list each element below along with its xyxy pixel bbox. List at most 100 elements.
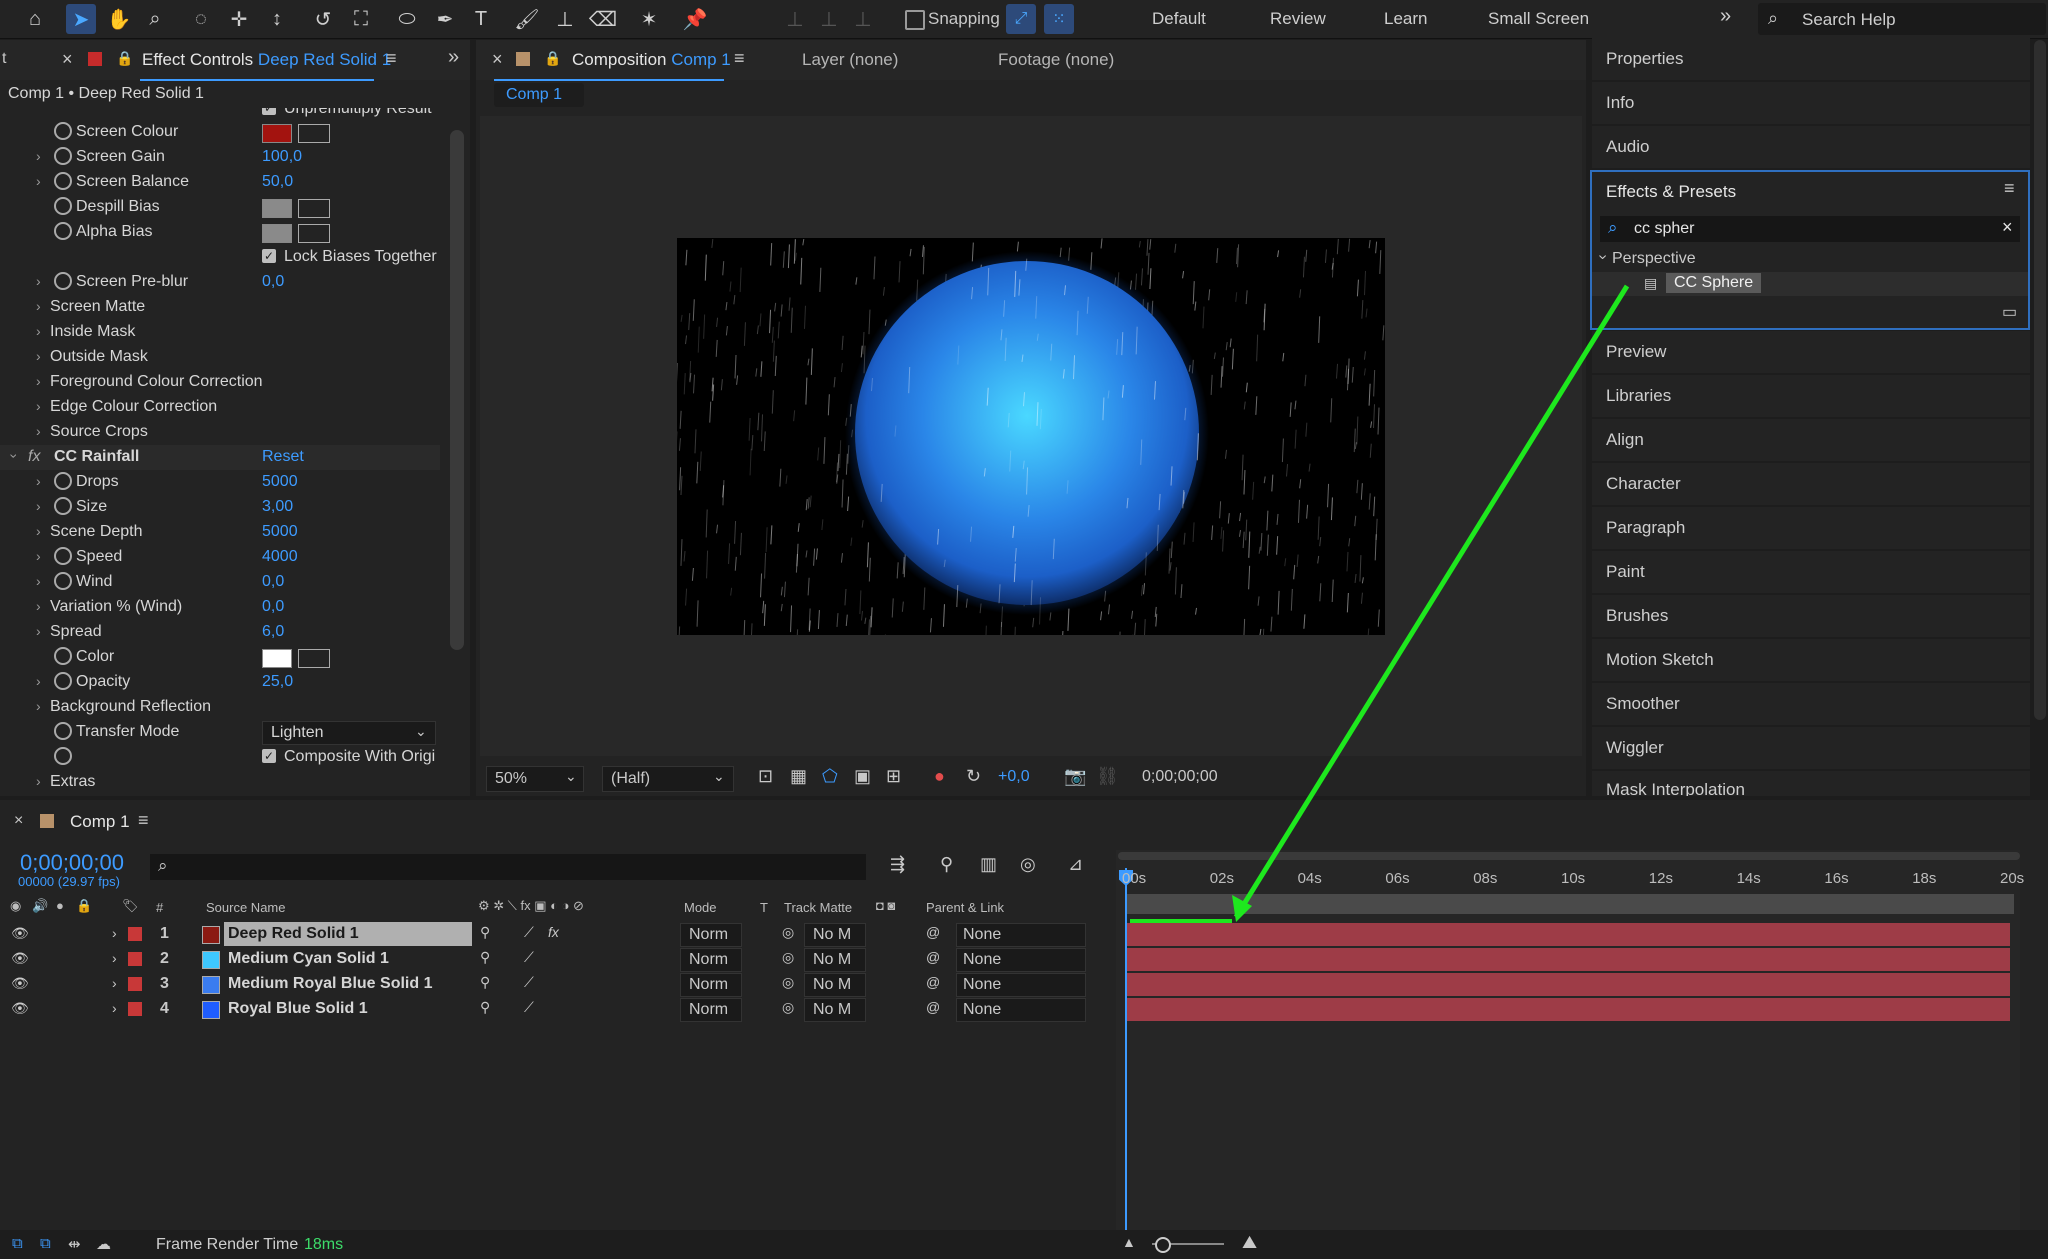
track-matte-dropdown[interactable]: No M [804, 973, 866, 997]
eye-icon[interactable]: 👁 [11, 950, 29, 967]
fx-icon[interactable]: fx [28, 448, 40, 466]
workspace-default[interactable]: Default [1152, 9, 1206, 29]
row-source-crops[interactable]: › Source Crops [0, 420, 440, 445]
quality-icon[interactable]: ⟋ [524, 999, 534, 1016]
more-workspaces-icon[interactable]: » [1720, 5, 1731, 28]
pan-behind-tool-icon[interactable]: ⛶ [346, 4, 376, 34]
twirl-icon[interactable]: › [36, 148, 41, 164]
shy-icon[interactable]: ⚲ [480, 999, 490, 1016]
reset-link[interactable]: Reset [262, 448, 304, 466]
twirl-icon[interactable]: › [36, 298, 41, 314]
parent-dropdown[interactable]: None [956, 998, 1086, 1022]
zoom-out-icon[interactable]: ▲ [1122, 1234, 1136, 1250]
timeline-tab[interactable]: Comp 1 [70, 812, 130, 832]
stopwatch-icon[interactable] [54, 747, 72, 765]
left-tab-stub[interactable]: t [2, 50, 6, 68]
show-snapshot-icon[interactable]: ⛓ [1096, 766, 1119, 787]
info-panel[interactable]: Info [1592, 82, 2030, 124]
twirl-icon[interactable]: › [36, 423, 41, 439]
transparency-grid-icon[interactable]: ▦ [790, 766, 807, 787]
axis-local-icon[interactable]: ⊥ [780, 4, 810, 34]
label-color[interactable] [128, 952, 142, 966]
twirl-icon[interactable]: › [36, 573, 41, 589]
twirl-open-icon[interactable]: › [6, 454, 22, 459]
zoom-tool-icon[interactable]: ⌕ [140, 4, 170, 34]
timeline-timecode[interactable]: 0;00;00;00 [20, 850, 124, 876]
effects-search-input[interactable]: ⌕ cc spher × [1600, 216, 2020, 242]
screen-gain-value[interactable]: 100,0 [262, 148, 302, 166]
drops-value[interactable]: 5000 [262, 473, 298, 491]
search-help-field[interactable]: ⌕ Search Help [1758, 3, 2046, 35]
region-of-interest-icon[interactable]: ▣ [854, 766, 871, 787]
row-screen-matte[interactable]: › Screen Matte [0, 295, 440, 320]
frame-blending-icon[interactable]: ▥ [980, 854, 997, 875]
zoom-in-icon[interactable]: ⛰ [1242, 1232, 1257, 1253]
eyedropper-icon[interactable] [298, 649, 330, 668]
graph-editor-icon[interactable]: ⊿ [1068, 854, 1083, 875]
twirl-icon[interactable]: › [112, 925, 117, 941]
lock-icon[interactable]: 🔒 [544, 50, 561, 67]
zoom-slider-knob[interactable] [1155, 1237, 1171, 1253]
quality-icon[interactable]: ⟋ [524, 949, 534, 966]
column-parent-link[interactable]: Parent & Link [926, 900, 1004, 915]
puppet-pin-icon[interactable]: 📌 [680, 4, 710, 34]
column-t[interactable]: T [760, 900, 768, 915]
despill-bias-swatch[interactable] [262, 199, 292, 218]
eye-icon[interactable]: 👁 [11, 975, 29, 992]
panel-menu-icon[interactable]: ≡ [734, 48, 745, 69]
solo-switch-icon[interactable]: ● [56, 898, 64, 913]
parent-dropdown[interactable]: None [956, 948, 1086, 972]
size-value[interactable]: 3,00 [262, 498, 293, 516]
timeline-search-input[interactable]: ⌕ [150, 854, 866, 880]
new-bin-icon[interactable]: ▭ [2002, 302, 2017, 322]
snap-edges-icon[interactable]: ⤢ [1006, 4, 1036, 34]
pickwhip-icon[interactable]: ◎ [782, 924, 794, 941]
parent-pickwhip-icon[interactable]: @ [926, 924, 940, 940]
draft-3d-icon[interactable]: ⚲ [940, 854, 953, 875]
row-outside-mask[interactable]: › Outside Mask [0, 345, 440, 370]
layer-bar[interactable] [1126, 923, 2010, 946]
row-edge-correction[interactable]: › Edge Colour Correction [0, 395, 440, 420]
twirl-icon[interactable]: › [36, 773, 41, 789]
label-icon[interactable]: 🏷 [122, 898, 139, 914]
reset-exposure-icon[interactable]: ↻ [966, 766, 981, 787]
clone-stamp-icon[interactable]: ⊥ [550, 4, 580, 34]
properties-panel[interactable]: Properties [1592, 38, 2030, 80]
parent-dropdown[interactable]: None [956, 973, 1086, 997]
stopwatch-icon[interactable] [54, 197, 72, 215]
resolution-dropdown[interactable]: (Half) ⌄ [602, 766, 734, 792]
stopwatch-icon[interactable] [54, 272, 72, 290]
stopwatch-icon[interactable] [54, 547, 72, 565]
parent-pickwhip-icon[interactable]: @ [926, 974, 940, 990]
stopwatch-icon[interactable] [54, 147, 72, 165]
audio-switch-icon[interactable]: 🔊 [32, 898, 48, 914]
screen-balance-value[interactable]: 50,0 [262, 173, 293, 191]
lock-switch-icon[interactable]: 🔒 [76, 898, 92, 914]
layer-tab[interactable]: Layer (none) [802, 50, 898, 70]
eyedropper-icon[interactable] [298, 124, 330, 143]
workspace-small-screen[interactable]: Small Screen [1488, 9, 1589, 29]
table-row[interactable]: 👁 › 3 Medium Royal Blue Solid 1 ⚲ ⟋ Norm… [0, 972, 1090, 997]
composition-tab[interactable]: Composition Comp 1 [572, 50, 731, 70]
exposure-value[interactable]: +0,0 [998, 768, 1030, 786]
brushes-panel[interactable]: Brushes [1592, 595, 2030, 637]
unpremultiply-checkbox[interactable]: ✓ [262, 108, 276, 115]
parent-pickwhip-icon[interactable]: @ [926, 949, 940, 965]
pickwhip-icon[interactable]: ◎ [782, 949, 794, 966]
twirl-icon[interactable]: › [36, 373, 41, 389]
align-panel[interactable]: Align [1592, 419, 2030, 461]
column-number[interactable]: # [156, 900, 163, 915]
category-perspective[interactable]: › Perspective [1595, 248, 2020, 272]
grid-guides-icon[interactable]: ⊞ [886, 766, 901, 787]
eyedropper-icon[interactable] [298, 199, 330, 218]
speed-value[interactable]: 4000 [262, 548, 298, 566]
close-icon[interactable]: × [62, 49, 73, 70]
footage-tab[interactable]: Footage (none) [998, 50, 1114, 70]
transfer-controls-icon[interactable]: ⧉ [40, 1235, 51, 1252]
twirl-icon[interactable]: › [36, 498, 41, 514]
clear-search-icon[interactable]: × [2002, 217, 2013, 238]
label-color[interactable] [128, 1002, 142, 1016]
pan-camera-icon[interactable]: ✛ [224, 4, 254, 34]
composition-mini-flowchart-icon[interactable]: ⇶ [890, 854, 905, 875]
track-matte-dropdown[interactable]: No M [804, 948, 866, 972]
